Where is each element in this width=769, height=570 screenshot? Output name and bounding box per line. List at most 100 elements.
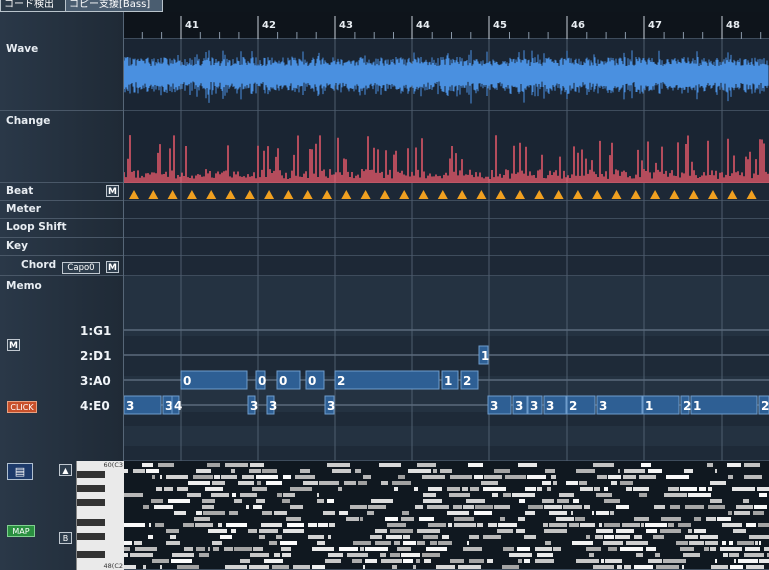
piano-roll-note: [729, 541, 733, 545]
piano-roll-note: [214, 475, 220, 479]
track-header-meter[interactable]: Meter: [0, 201, 123, 219]
piano-roll-note: [184, 547, 193, 551]
piano-roll-note: [155, 523, 164, 527]
piano-roll-note: [325, 559, 341, 563]
piano-roll-note: [604, 487, 608, 491]
tab-note-fret: 4: [174, 399, 182, 413]
piano-roll-note: [596, 529, 613, 533]
tab-copy-support-bass[interactable]: コピー支援[Bass]: [65, 0, 163, 12]
measure-number: 48: [726, 20, 740, 31]
map-button[interactable]: MAP: [7, 525, 35, 537]
piano-roll-note: [135, 547, 157, 551]
scroll-up-button[interactable]: ▲: [59, 464, 72, 476]
piano-roll-note: [403, 559, 413, 563]
capo-button[interactable]: Capo0: [62, 262, 100, 274]
click-button[interactable]: CLICK: [7, 401, 37, 413]
track-header-key[interactable]: Key: [0, 238, 123, 256]
piano-roll-note: [454, 523, 476, 527]
piano-roll-note: [700, 535, 718, 539]
piano-roll-note: [505, 475, 526, 479]
piano-roll-note: [518, 559, 522, 563]
piano-roll-note: [584, 505, 590, 509]
piano-roll-note: [232, 493, 236, 497]
piano-roll-note: [571, 511, 573, 515]
piano-roll-note: [494, 505, 510, 509]
track-header-beat[interactable]: Beat M: [0, 183, 123, 201]
piano-roll-note: [438, 541, 452, 545]
piano-roll-note: [497, 529, 513, 533]
tab-note-fret: 1: [444, 374, 452, 388]
piano-roll-note: [282, 553, 291, 557]
piano-roll-note: [620, 547, 643, 551]
beat-m-button[interactable]: M: [106, 185, 119, 197]
piano-roll-note: [381, 559, 402, 563]
list-view-icon[interactable]: ▤: [7, 463, 33, 480]
memo-band: [124, 316, 769, 336]
chord-m-button[interactable]: M: [106, 261, 119, 273]
piano-roll-note: [317, 541, 325, 545]
tab-bar: コード検出 コピー支援[Bass]: [0, 0, 769, 12]
piano-roll-note: [764, 547, 769, 551]
piano-roll-note: [220, 535, 232, 539]
piano-keyboard[interactable]: 60(C3 48(C2: [76, 461, 124, 570]
tab-note-fret: 1: [481, 349, 489, 363]
piano-roll-note: [295, 475, 315, 479]
track-label-change: Change: [6, 115, 51, 127]
piano-roll-note: [469, 559, 484, 563]
piano-roll-note: [705, 541, 718, 545]
piano-bottom-label: 48(C2: [103, 562, 123, 570]
piano-roll-note: [624, 469, 645, 473]
piano-roll-note: [433, 469, 437, 473]
piano-roll-note: [556, 517, 574, 521]
piano-roll-note: [151, 499, 163, 503]
piano-roll-note: [394, 541, 400, 545]
piano-roll-note: [537, 553, 553, 557]
piano-roll-note: [545, 541, 551, 545]
piano-roll-note: [484, 475, 502, 479]
piano-roll-note: [732, 487, 755, 491]
timeline-area[interactable]: 41 42 43 44 45 46 47 48 1 0 0 0 0 2 1 2 3 3 4 3 3 3 3 3 3 3 2 3 1 2 1 2: [124, 12, 769, 570]
piano-roll-note: [545, 469, 555, 473]
piano-roll-note: [604, 535, 614, 539]
piano-roll-note: [481, 481, 498, 485]
b-button[interactable]: B: [59, 532, 72, 544]
piano-roll-note: [544, 505, 562, 509]
piano-roll-note: [332, 469, 351, 473]
piano-roll-note: [328, 553, 343, 557]
track-header-loop-shift[interactable]: Loop Shift: [0, 219, 123, 238]
piano-roll-note: [646, 529, 657, 533]
piano-roll-note: [654, 505, 665, 509]
track-header-memo-tab[interactable]: Memo: [0, 276, 123, 461]
piano-roll-note: [734, 511, 750, 515]
piano-roll-note: [684, 469, 693, 473]
piano-roll-note: [365, 547, 388, 551]
track-header-chord[interactable]: Chord Capo0 M: [0, 256, 123, 276]
piano-roll-note: [610, 511, 614, 515]
track-header-change[interactable]: Change: [0, 111, 123, 183]
piano-roll-note: [749, 535, 769, 539]
piano-roll-note: [543, 523, 548, 527]
piano-roll-note: [269, 541, 277, 545]
piano-roll-note: [611, 481, 617, 485]
piano-roll-note: [537, 487, 542, 491]
tab-note-fret: 3: [530, 399, 538, 413]
tab-m-button[interactable]: M: [7, 339, 20, 351]
piano-roll-note: [164, 487, 173, 491]
timeline-svg[interactable]: 41 42 43 44 45 46 47 4810 0 0 0 2 1 23 3 4 3 3 3 3 3 3 3 2 3 1 2 1 2: [124, 12, 769, 570]
piano-roll-note: [212, 541, 222, 545]
piano-roll-note: [143, 505, 149, 509]
piano-roll-note: [622, 523, 640, 527]
piano-roll-note: [738, 559, 758, 563]
piano-roll-note: [442, 535, 449, 539]
piano-roll-note: [148, 535, 153, 539]
track-header-wave[interactable]: Wave: [0, 39, 123, 111]
piano-roll-note: [419, 517, 434, 521]
piano-roll-note: [685, 505, 704, 509]
piano-roll-note: [240, 493, 257, 497]
tab-chord-detect[interactable]: コード検出: [0, 0, 66, 12]
piano-roll-note: [463, 505, 474, 509]
piano-roll-note: [594, 487, 600, 491]
piano-roll-note: [596, 511, 609, 515]
tab-note-fret: 3: [490, 399, 498, 413]
piano-roll-note: [283, 493, 295, 497]
